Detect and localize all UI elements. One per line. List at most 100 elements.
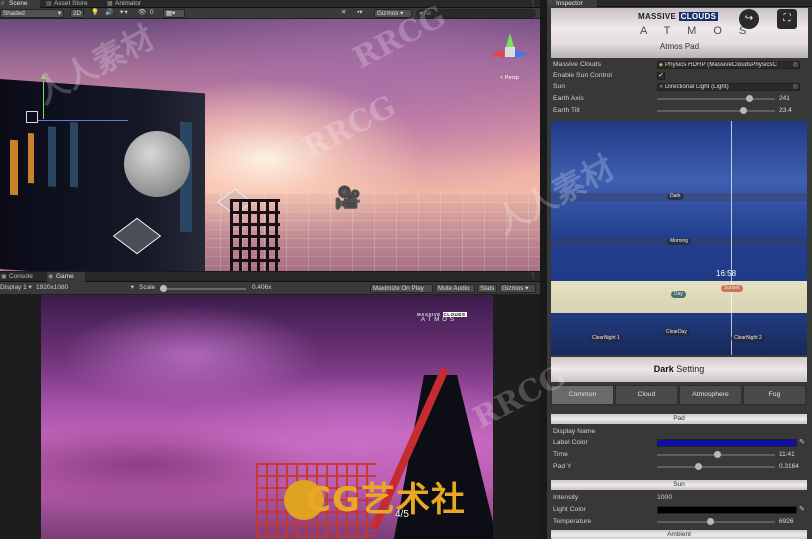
time-slider[interactable]	[657, 451, 775, 458]
tab-animator[interactable]: ▦ Animator	[106, 0, 156, 8]
tab-animator-label: Animator	[115, 0, 142, 7]
checkmark-icon: ✓	[658, 72, 664, 79]
resolution-dropdown[interactable]: 1920x1080 ▾	[36, 283, 134, 293]
timeline-marker[interactable]: Day	[671, 291, 686, 298]
axis-z-icon[interactable]	[515, 50, 529, 58]
time-value[interactable]: 11:41	[779, 450, 809, 460]
tools-icon[interactable]: ✕	[341, 8, 346, 18]
lighting-toggle-icon[interactable]: 💡	[91, 8, 99, 18]
object-picker-icon[interactable]: ◎	[793, 84, 798, 90]
light-color-swatch[interactable]	[657, 506, 797, 514]
timeline-marker[interactable]: ClearDay	[663, 329, 690, 336]
scale-slider-knob[interactable]	[160, 285, 167, 292]
animator-tab-icon: ▦	[107, 1, 113, 7]
tab-scene[interactable]: # Scene	[0, 0, 40, 8]
intensity-value[interactable]: 1000	[657, 493, 672, 503]
pad-y-knob[interactable]	[694, 463, 702, 470]
tab-asset-store-label: Asset Store	[54, 0, 88, 7]
axis-y-icon[interactable]	[506, 33, 514, 47]
inspector-tab-icon: ⓘ	[548, 0, 555, 6]
prop-pad-y: Pad Y 0.3164	[553, 462, 808, 472]
section-header-pad[interactable]: Pad	[551, 414, 807, 424]
earth-axis-knob[interactable]	[745, 95, 753, 102]
prop-time: Time 11:41	[553, 450, 808, 460]
atmos-pad-timeline[interactable]: Dark Morning Day Sunset ClearNight 1 Cle…	[551, 121, 807, 355]
scene-orientation-gizmo[interactable]	[490, 33, 530, 73]
fullscreen-icon: ⛶	[783, 13, 791, 24]
tab-fog[interactable]: Fog	[743, 385, 806, 405]
2d-toggle-label: 2D	[73, 10, 82, 17]
timeline-marker[interactable]: ClearNight 1	[589, 335, 623, 342]
scene-view[interactable]: ▲ 🎥 < Persp	[0, 19, 540, 271]
game-tab-menu-icon[interactable]: ⋮	[530, 272, 536, 279]
game-gizmos-label: Gizmos	[502, 285, 524, 292]
mute-audio-toggle[interactable]: Mute Audio	[435, 284, 475, 293]
timeline-marker[interactable]: ClearNight 2	[731, 335, 765, 342]
earth-tilt-slider[interactable]	[657, 107, 775, 114]
prop-earth-axis: Earth Axis 241	[553, 94, 808, 104]
timeline-marker[interactable]: Morning	[667, 238, 692, 245]
timeline-cursor[interactable]	[731, 121, 732, 355]
scene-gizmos-dropdown[interactable]: Gizmos ▾	[374, 9, 412, 18]
share-button[interactable]: ↪	[739, 9, 759, 29]
axis-center-cube[interactable]	[505, 47, 515, 57]
scene-tab-menu-icon[interactable]: ⋮	[530, 0, 536, 7]
tab-atmosphere[interactable]: Atmosphere	[679, 385, 742, 405]
prop-label-color: Label Color ✎	[553, 438, 808, 448]
move-gizmo-y-head[interactable]: ▲	[39, 71, 48, 81]
temperature-knob[interactable]	[706, 518, 714, 525]
draw-mode-label: Shaded	[3, 10, 25, 17]
section-header-ambient[interactable]: Ambient	[551, 530, 807, 539]
earth-axis-value[interactable]: 241	[779, 94, 809, 104]
time-knob[interactable]	[713, 451, 721, 458]
hidden-count-badge: 0	[150, 9, 154, 16]
tab-cloud[interactable]: Cloud	[615, 385, 678, 405]
pad-y-slider[interactable]	[657, 463, 775, 470]
game-gizmos-dropdown[interactable]: Gizmos ▾	[499, 284, 536, 293]
move-gizmo-x-axis[interactable]	[38, 120, 128, 121]
tab-fog-label: Fog	[768, 391, 781, 398]
label-color-swatch[interactable]	[657, 439, 797, 447]
tab-asset-store[interactable]: ▤ Asset Store	[45, 0, 100, 8]
draw-mode-dropdown[interactable]: Shaded ▾	[0, 9, 64, 18]
2d-toggle[interactable]: 2D	[70, 9, 84, 18]
massive-clouds-object-field[interactable]: ◆ Physics HDRP (MassiveCloudsPhysicsC ◎	[657, 61, 800, 69]
effects-dropdown-icon[interactable]: ✦▾	[119, 8, 128, 18]
pad-y-value[interactable]: 0.3164	[779, 462, 809, 472]
tab-common[interactable]: Common	[551, 385, 614, 405]
object-picker-icon[interactable]: ◎	[793, 62, 798, 68]
timeline-marker[interactable]: Sunset	[721, 285, 743, 292]
eyedropper-icon[interactable]: ✎	[799, 438, 805, 448]
enable-sun-control-checkbox[interactable]: ✓	[657, 72, 665, 80]
camera-settings-icon[interactable]: ▪▾	[357, 8, 363, 18]
earth-tilt-value[interactable]: 23.4	[779, 106, 809, 116]
display-dropdown[interactable]: Display 1 ▾	[0, 283, 32, 293]
audio-toggle-icon[interactable]: 🔊	[105, 8, 113, 18]
move-gizmo-y-arrow[interactable]	[43, 81, 44, 119]
persp-label[interactable]: < Persp	[500, 75, 519, 81]
grid-toggle[interactable]: ▦▾	[163, 9, 185, 18]
prop-time-label: Time	[553, 451, 568, 458]
scale-slider[interactable]	[160, 285, 246, 292]
eyedropper-icon[interactable]: ✎	[799, 505, 805, 515]
scene-search-input[interactable]: ⌕ All	[416, 9, 536, 18]
maximize-on-play-toggle[interactable]: Maximize On Play	[370, 284, 433, 293]
axis-x-icon[interactable]	[490, 50, 504, 58]
hidden-objects-icon[interactable]: 👁	[138, 8, 146, 18]
share-icon: ↪	[744, 13, 754, 24]
prop-pad-y-label: Pad Y	[553, 463, 572, 470]
earth-tilt-knob[interactable]	[739, 107, 747, 114]
temperature-value[interactable]: 6926	[779, 517, 809, 527]
timeline-marker[interactable]: Dark	[667, 193, 684, 200]
section-header-sun[interactable]: Sun	[551, 480, 807, 490]
tab-game[interactable]: ◉ Game	[47, 272, 85, 282]
tab-inspector[interactable]: ⓘ Inspector	[547, 0, 597, 7]
stats-toggle[interactable]: Stats	[477, 284, 497, 293]
fullscreen-button[interactable]: ⛶	[777, 9, 797, 29]
sun-object-field[interactable]: ☀ Directional Light (Light) ◎	[657, 83, 800, 91]
temperature-slider[interactable]	[657, 518, 775, 525]
scene-selection-handle[interactable]	[26, 111, 38, 123]
tab-console[interactable]: ▣ Console	[0, 272, 44, 282]
earth-axis-slider[interactable]	[657, 95, 775, 102]
camera-icon[interactable]: 🎥	[334, 187, 361, 209]
